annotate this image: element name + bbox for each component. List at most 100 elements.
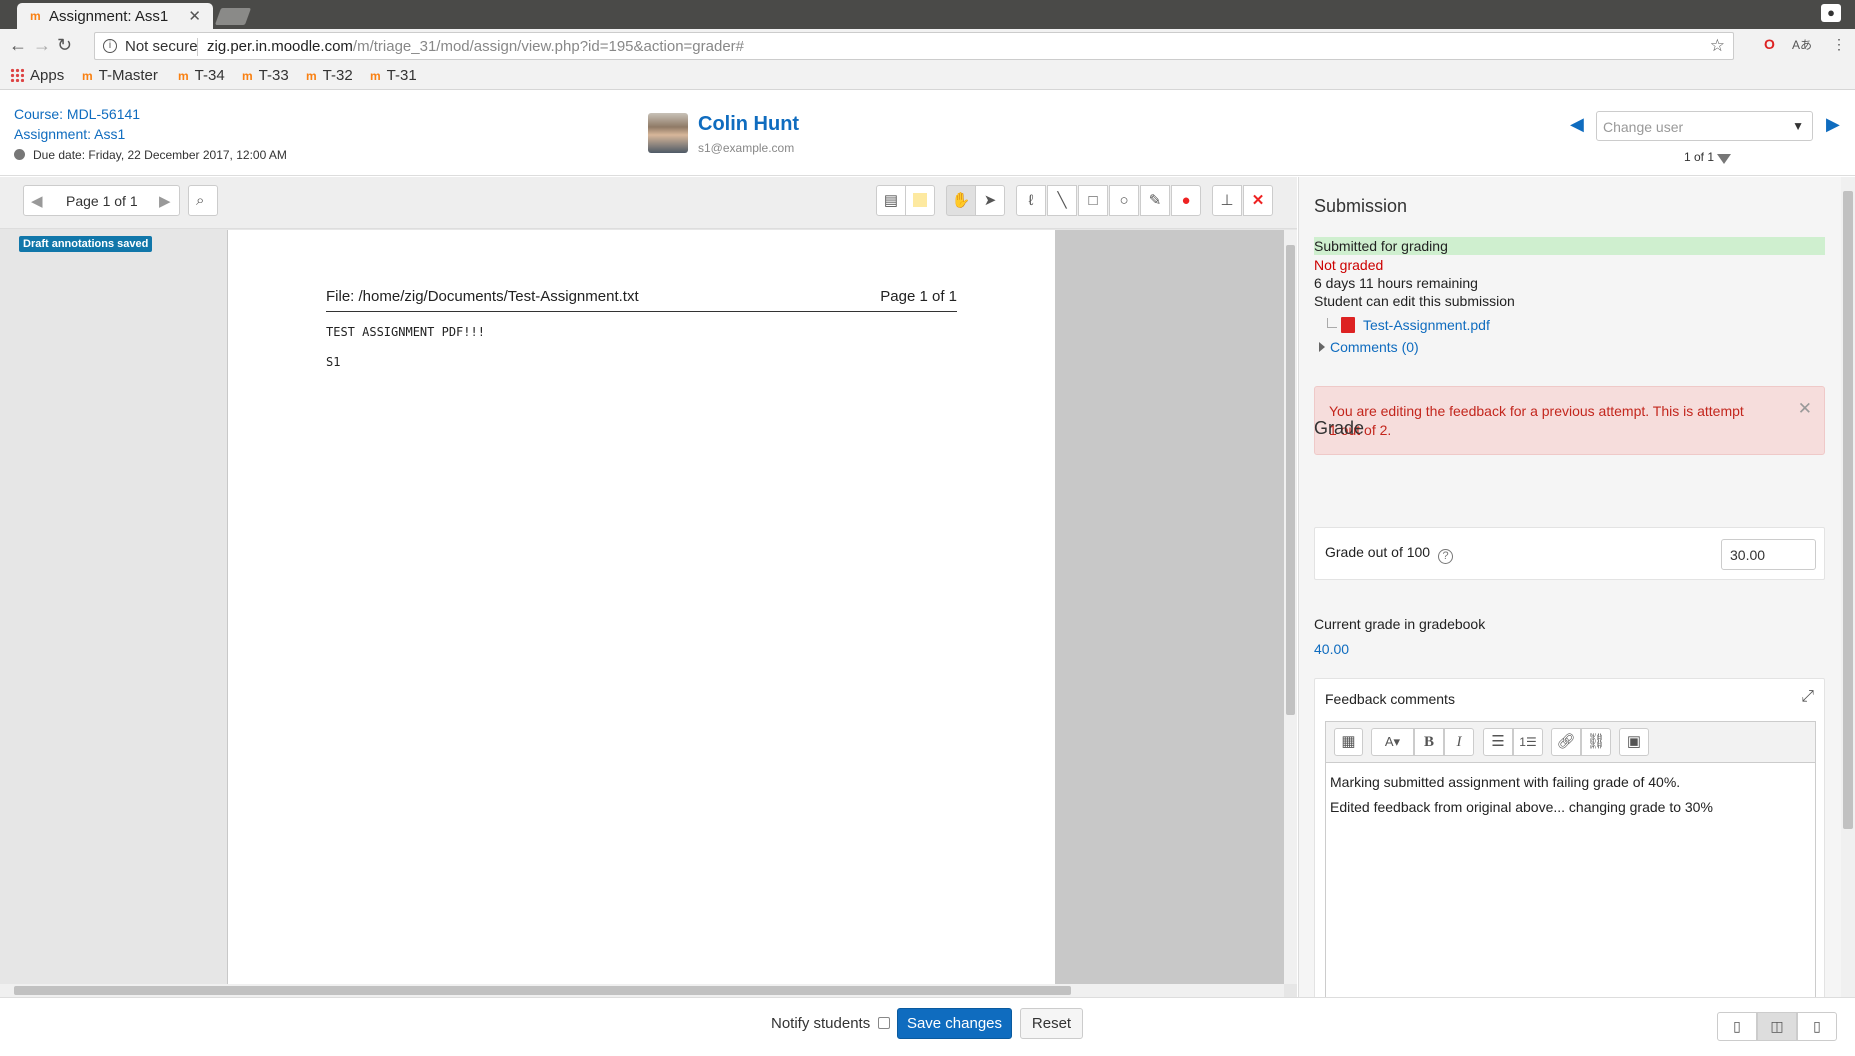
moodle-icon: m bbox=[242, 69, 253, 83]
notify-students[interactable]: Notify students bbox=[771, 1015, 891, 1032]
bookmark-t-34[interactable]: m T-34 bbox=[178, 67, 225, 84]
toolbar-toggle-button[interactable]: ▦ bbox=[1334, 728, 1363, 756]
scrollbar-thumb[interactable] bbox=[1286, 245, 1295, 715]
fullscreen-icon[interactable]: ⤢ bbox=[1801, 688, 1814, 706]
paragraph-style-button[interactable]: A▾ bbox=[1371, 728, 1414, 756]
collapse-grade-panel-button[interactable]: ▯ bbox=[1797, 1012, 1837, 1041]
filter-icon[interactable] bbox=[1717, 154, 1732, 164]
opera-extension-icon[interactable]: O bbox=[1764, 36, 1775, 52]
back-icon[interactable]: ← bbox=[9, 35, 27, 56]
next-page-icon[interactable]: ▶ bbox=[159, 192, 171, 210]
moodle-icon: m bbox=[82, 69, 93, 83]
circle-icon: ○ bbox=[1119, 192, 1129, 209]
rich-text-editor: ▦ A▾ B I ☰ 1☰ 🔗︎ ⛓ ▣ Marking submitted a… bbox=[1325, 721, 1816, 997]
course-link[interactable]: Course: MDL-56141 bbox=[14, 106, 140, 122]
save-changes-button[interactable]: Save changes bbox=[897, 1008, 1012, 1039]
moodle-icon: m bbox=[370, 69, 381, 83]
unordered-list-button[interactable]: ☰ bbox=[1483, 728, 1513, 756]
browser-menu-icon[interactable]: ⋮ bbox=[1832, 36, 1846, 53]
reset-button[interactable]: Reset bbox=[1020, 1008, 1083, 1039]
change-user-select[interactable]: Change user ▼ bbox=[1596, 111, 1813, 141]
bold-icon: B bbox=[1423, 734, 1434, 750]
forward-icon[interactable]: → bbox=[33, 35, 51, 56]
feedback-title: Feedback comments bbox=[1325, 691, 1455, 707]
url-host: zig.per.in.moodle.com bbox=[207, 38, 353, 55]
italic-button[interactable]: I bbox=[1444, 728, 1474, 756]
profile-icon[interactable]: ● bbox=[1821, 4, 1841, 22]
pdf-page[interactable]: File: /home/zig/Documents/Test-Assignmen… bbox=[228, 230, 1055, 984]
line-tool-button[interactable]: ╲ bbox=[1047, 185, 1077, 216]
current-grade-link[interactable]: 40.00 bbox=[1314, 641, 1349, 657]
bookmark-star-icon[interactable]: ☆ bbox=[1710, 36, 1725, 56]
notify-checkbox[interactable] bbox=[878, 1017, 891, 1029]
comments-toggle[interactable]: Comments (0) bbox=[1319, 339, 1419, 355]
annotation-color-button[interactable]: ● bbox=[1171, 185, 1201, 216]
grade-box: Grade out of 100? bbox=[1314, 527, 1825, 580]
bookmark-t-33[interactable]: m T-33 bbox=[242, 67, 289, 84]
drop-icon: ● bbox=[1181, 192, 1191, 209]
previous-page-icon[interactable]: ◀ bbox=[31, 192, 43, 210]
help-icon[interactable]: ? bbox=[1438, 549, 1454, 564]
numbered-list-icon: 1☰ bbox=[1519, 735, 1537, 749]
bullet-list-icon: ☰ bbox=[1491, 733, 1505, 750]
scrollbar-thumb[interactable] bbox=[14, 986, 1071, 995]
scrollbar-thumb[interactable] bbox=[1843, 191, 1853, 829]
submission-status: Submitted for grading bbox=[1314, 237, 1825, 255]
previous-user-icon[interactable]: ◀ bbox=[1570, 114, 1584, 135]
pen-tool-button[interactable]: ℓ bbox=[1016, 185, 1046, 216]
assignment-link[interactable]: Assignment: Ass1 bbox=[14, 126, 125, 142]
stamp-picker-button[interactable]: ✕ bbox=[1243, 185, 1273, 216]
document-page-number: Page 1 of 1 bbox=[880, 288, 957, 305]
collapse-review-panel-button[interactable]: ▯ bbox=[1717, 1012, 1757, 1041]
select-tool-button[interactable]: ➤ bbox=[975, 185, 1005, 216]
bookmark-t-master[interactable]: m T-Master bbox=[82, 67, 158, 84]
comment-color-button[interactable] bbox=[905, 185, 935, 216]
page-label[interactable]: Page 1 of 1 bbox=[66, 193, 138, 209]
translate-extension-icon[interactable]: Aあ bbox=[1792, 36, 1812, 53]
user-name-link[interactable]: Colin Hunt bbox=[698, 113, 799, 136]
bookmark-apps[interactable]: Apps bbox=[10, 67, 64, 84]
editor-horizontal-scrollbar[interactable] bbox=[0, 984, 1284, 997]
address-separator bbox=[197, 38, 198, 56]
address-bar[interactable]: i Not secure zig.per.in.moodle.com/m/tri… bbox=[94, 32, 1734, 60]
bold-button[interactable]: B bbox=[1414, 728, 1444, 756]
grade-input[interactable] bbox=[1721, 539, 1816, 570]
pan-tool-button[interactable]: ✋ bbox=[946, 185, 976, 216]
moodle-favicon-icon: m bbox=[30, 9, 41, 23]
close-icon[interactable]: ✕ bbox=[1798, 399, 1812, 419]
editor-vertical-scrollbar[interactable] bbox=[1284, 230, 1297, 984]
feedback-text-area[interactable]: Marking submitted assignment with failin… bbox=[1330, 770, 1713, 820]
stamp-tool-button[interactable]: ⊥ bbox=[1212, 185, 1242, 216]
submission-file-link[interactable]: Test-Assignment.pdf bbox=[1363, 317, 1490, 333]
unlink-icon: ⛓ bbox=[1586, 733, 1606, 750]
browser-tab[interactable]: m Assignment: Ass1 ✕ bbox=[17, 3, 213, 29]
unlink-button[interactable]: ⛓ bbox=[1581, 728, 1611, 756]
pdf-file-icon bbox=[1341, 317, 1355, 333]
link-button[interactable]: 🔗︎ bbox=[1551, 728, 1581, 756]
layout-left-icon: ▯ bbox=[1733, 1018, 1741, 1034]
feedback-comments-box: Feedback comments ⤢ ▦ A▾ B I ☰ 1☰ 🔗︎ ⛓ ▣… bbox=[1314, 678, 1825, 997]
bookmark-t-32[interactable]: m T-32 bbox=[306, 67, 353, 84]
highlight-tool-button[interactable]: ✎ bbox=[1140, 185, 1170, 216]
info-icon[interactable]: i bbox=[103, 39, 117, 53]
annotation-toolbar: ◀ Page 1 of 1 ▶ ⌕ ▤ ✋ ➤ ℓ ╲ □ ○ ✎ ● ⊥ ✕ bbox=[0, 177, 1297, 229]
url-text: zig.per.in.moodle.com/m/triage_31/mod/as… bbox=[207, 38, 744, 55]
ordered-list-button[interactable]: 1☰ bbox=[1513, 728, 1543, 756]
bookmark-t-31[interactable]: m T-31 bbox=[370, 67, 417, 84]
rectangle-tool-button[interactable]: □ bbox=[1078, 185, 1108, 216]
pdf-editor-pane: ◀ Page 1 of 1 ▶ ⌕ ▤ ✋ ➤ ℓ ╲ □ ○ ✎ ● ⊥ ✕ … bbox=[0, 177, 1297, 997]
cross-icon: ✕ bbox=[1251, 192, 1265, 209]
next-user-icon[interactable]: ▶ bbox=[1826, 114, 1840, 135]
reload-icon[interactable]: ↻ bbox=[57, 35, 72, 56]
oval-tool-button[interactable]: ○ bbox=[1109, 185, 1139, 216]
comment-list-button[interactable]: ▤ bbox=[876, 185, 906, 216]
new-tab-button[interactable] bbox=[214, 8, 252, 25]
comments-link[interactable]: Comments (0) bbox=[1330, 339, 1419, 355]
feedback-line: Edited feedback from original above... c… bbox=[1330, 799, 1713, 815]
panel-vertical-scrollbar[interactable] bbox=[1841, 177, 1855, 997]
tab-close-icon[interactable]: ✕ bbox=[188, 7, 201, 25]
grade-label: Grade out of 100? bbox=[1325, 544, 1454, 564]
insert-image-button[interactable]: ▣ bbox=[1619, 728, 1649, 756]
search-comments-button[interactable]: ⌕ bbox=[188, 185, 218, 216]
default-layout-button[interactable]: ◫ bbox=[1757, 1012, 1797, 1041]
